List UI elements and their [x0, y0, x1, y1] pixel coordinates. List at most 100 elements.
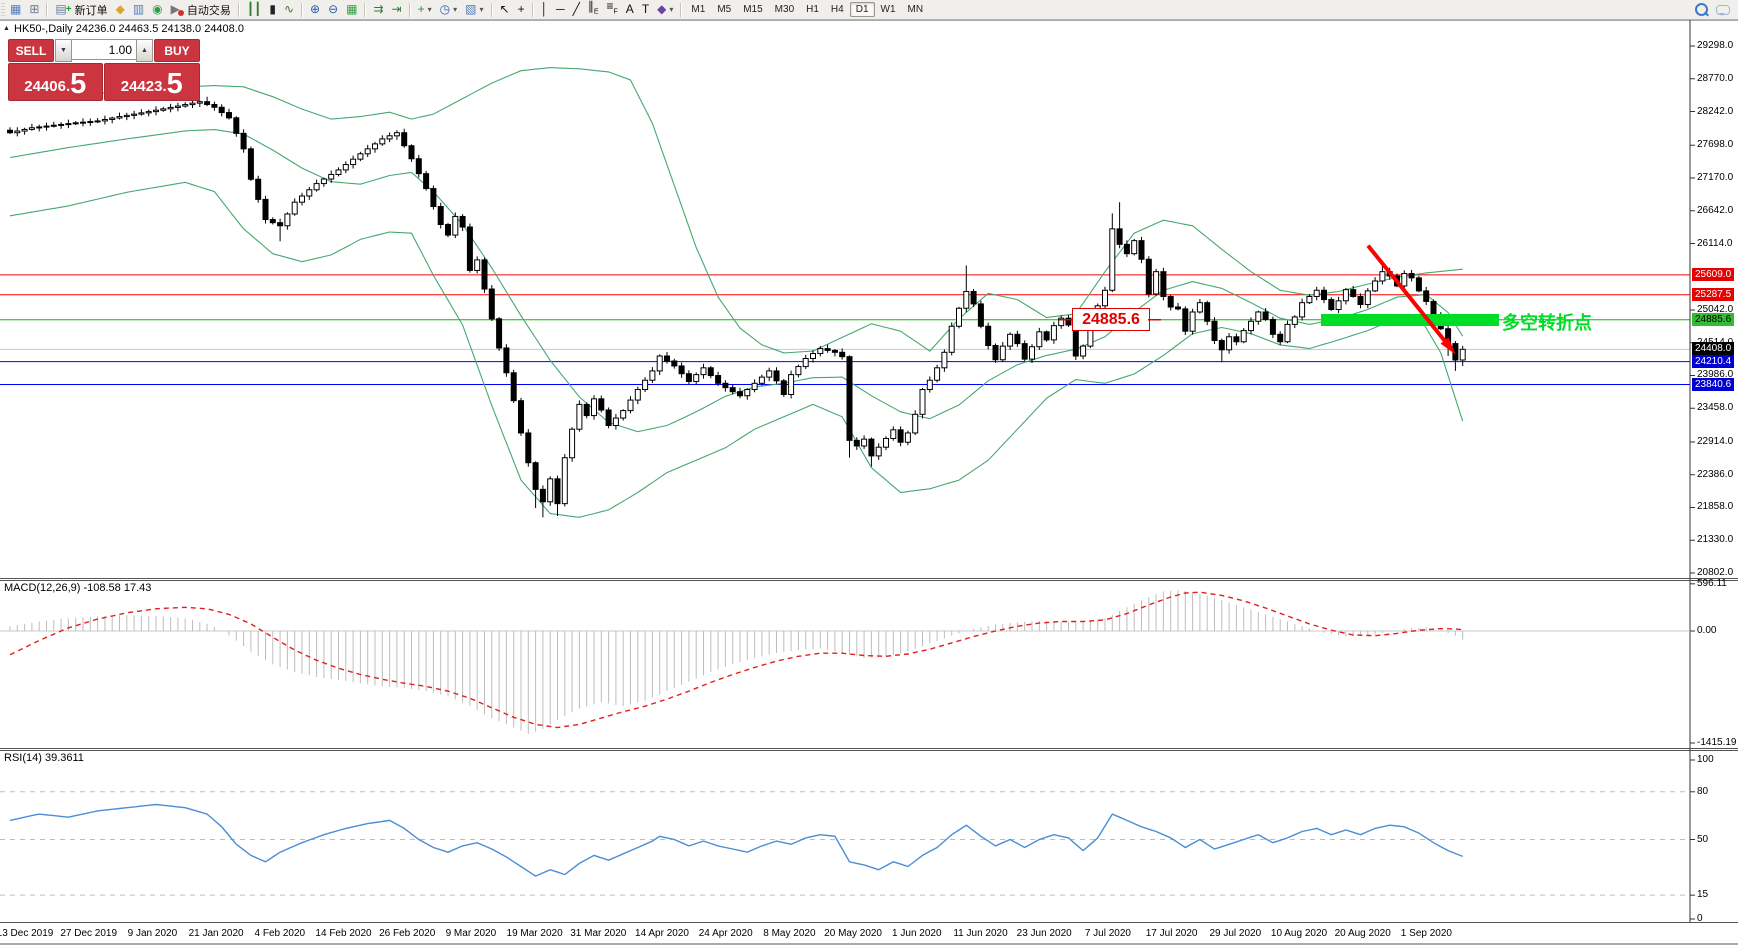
price-tick: 22386.0: [1697, 468, 1734, 480]
macd-histogram: [9, 589, 1464, 734]
sell-price-display[interactable]: 24406. 5: [8, 63, 103, 101]
buy-price-frac: 5: [166, 68, 183, 100]
date-label: 9 Jan 2020: [127, 928, 178, 939]
indicators-icon: +: [417, 2, 425, 16]
timeframe-d1-button[interactable]: D1: [849, 2, 875, 17]
zoom-out-button[interactable]: ⊖: [324, 0, 342, 19]
text-button[interactable]: A: [622, 0, 638, 19]
cursor-button[interactable]: ↖: [496, 0, 514, 19]
fibonacci-button[interactable]: ≡F: [603, 0, 622, 19]
price-tick: 28770.0: [1697, 72, 1734, 84]
text-label-icon: T: [641, 2, 650, 16]
horizontal-line-button[interactable]: ─: [552, 0, 569, 19]
turning-point-label[interactable]: 多空转折点: [1502, 309, 1592, 335]
collapse-pane-icon[interactable]: ▲: [3, 25, 10, 32]
rsi-line: [9, 803, 1463, 877]
search-icon[interactable]: [1695, 3, 1708, 16]
auto-scroll-icon: ⇉: [373, 2, 384, 16]
timeframe-w1-button[interactable]: W1: [875, 2, 902, 17]
trendline-button[interactable]: ╱: [569, 0, 584, 19]
timeframe-h1-button[interactable]: H1: [800, 2, 825, 17]
date-label: 13 Dec 2019: [0, 928, 54, 939]
volume-decrease-button[interactable]: ▼: [55, 39, 72, 62]
timeframe-m5-button[interactable]: M5: [711, 2, 737, 17]
alerts-button[interactable]: ◉: [148, 0, 166, 19]
new-order-button[interactable]: ▤ + 新订单: [51, 0, 111, 19]
periods-button[interactable]: ◷ ▾: [436, 0, 462, 19]
rsi-tick: 50: [1697, 833, 1709, 845]
autotrading-label: 自动交易: [186, 4, 231, 17]
price-tick: 28242.0: [1697, 105, 1734, 117]
zoom-in-button[interactable]: ⊕: [306, 0, 324, 19]
date-label: 27 Dec 2019: [60, 928, 118, 939]
crosshair-icon: +: [517, 2, 525, 16]
date-label: 8 May 2020: [763, 928, 816, 939]
chart-shift-button[interactable]: ⇥: [388, 0, 406, 19]
toolbar-separator: [490, 2, 493, 17]
crosshair-button[interactable]: +: [514, 0, 529, 19]
auto-scroll-button[interactable]: ⇉: [369, 0, 387, 19]
date-label: 14 Feb 2020: [315, 928, 372, 939]
timeframe-mn-button[interactable]: MN: [902, 2, 930, 17]
equidistant-channel-button[interactable]: ∥E: [584, 0, 603, 19]
autotrading-button[interactable]: ▶ 自动交易: [167, 0, 235, 19]
text-icon: A: [625, 2, 634, 16]
metaeditor-button[interactable]: ◆: [112, 0, 129, 19]
terminal-button[interactable]: ▥: [129, 0, 148, 19]
alerts-icon: ◉: [152, 2, 163, 16]
dropdown-caret-icon: ▾: [427, 5, 432, 14]
rsi-tick: 0: [1697, 913, 1703, 924]
templates-button[interactable]: ▧ ▾: [461, 0, 487, 19]
timeframe-m15-button[interactable]: M15: [737, 2, 768, 17]
sell-price-frac: 5: [70, 68, 87, 100]
macd-tick: 596.11: [1697, 577, 1727, 589]
volume-input[interactable]: [72, 39, 136, 60]
toolbar-separator: [408, 2, 411, 17]
candlestick-chart-icon: ▮: [269, 2, 276, 16]
timeframe-h4-button[interactable]: H4: [825, 2, 850, 17]
turning-point-band[interactable]: [1321, 313, 1499, 326]
price-badge-black: 24408.0: [1692, 342, 1735, 356]
buy-button[interactable]: BUY: [154, 39, 200, 62]
profiles-button[interactable]: ⊞: [25, 0, 43, 19]
line-chart-icon: ∿: [283, 2, 295, 16]
sell-button[interactable]: SELL: [8, 39, 54, 62]
price-tick: 26642.0: [1697, 204, 1734, 216]
tile-windows-button[interactable]: ▦: [342, 0, 361, 19]
zoom-in-icon: ⊕: [310, 2, 321, 16]
timeframe-m30-button[interactable]: M30: [769, 2, 800, 17]
profiles-icon: ⊞: [29, 2, 40, 16]
macd-indicator-label: MACD(12,26,9) -108.58 17.43: [4, 582, 152, 594]
equidistant-channel-icon: ∥E: [587, 0, 599, 16]
price-tick: 26114.0: [1697, 237, 1733, 249]
price-tick: 22914.0: [1697, 435, 1734, 447]
line-chart-button[interactable]: ∿: [280, 0, 298, 19]
trendline-icon: ╱: [572, 2, 580, 16]
toolbar-separator: [531, 2, 534, 17]
date-label: 4 Feb 2020: [254, 928, 306, 939]
new-order-label: 新订单: [74, 4, 108, 17]
rsi-tick: 15: [1697, 889, 1709, 901]
tile-windows-icon: ▦: [346, 2, 358, 16]
date-label: 21 Jan 2020: [188, 928, 244, 939]
chart-canvas[interactable]: [0, 0, 1738, 945]
timeframe-m1-button[interactable]: M1: [685, 2, 711, 17]
volume-increase-button[interactable]: ▲: [136, 39, 153, 62]
community-chat-icon[interactable]: [1716, 4, 1730, 16]
bar-chart-button[interactable]: ┃┃: [243, 0, 265, 19]
arrows-button[interactable]: ◆ ▾: [653, 0, 677, 19]
date-label: 24 Apr 2020: [698, 928, 753, 939]
candlestick-chart-button[interactable]: ▮: [265, 0, 280, 19]
price-tick: 29298.0: [1697, 40, 1734, 51]
toolbar-separator: [364, 2, 367, 17]
buy-price-display[interactable]: 24423. 5: [103, 63, 200, 101]
date-label: 26 Feb 2020: [379, 928, 436, 939]
price-badge-red: 25287.5: [1692, 287, 1735, 301]
date-label: 11 Jun 2020: [953, 928, 1008, 939]
indicators-button[interactable]: + ▾: [414, 0, 436, 19]
text-label-button[interactable]: T: [638, 0, 653, 19]
new-chart-button[interactable]: ▦: [6, 0, 25, 19]
periods-icon: ◷: [439, 2, 451, 16]
price-callout-box[interactable]: 24885.6: [1072, 307, 1150, 331]
vertical-line-button[interactable]: │: [537, 0, 553, 19]
